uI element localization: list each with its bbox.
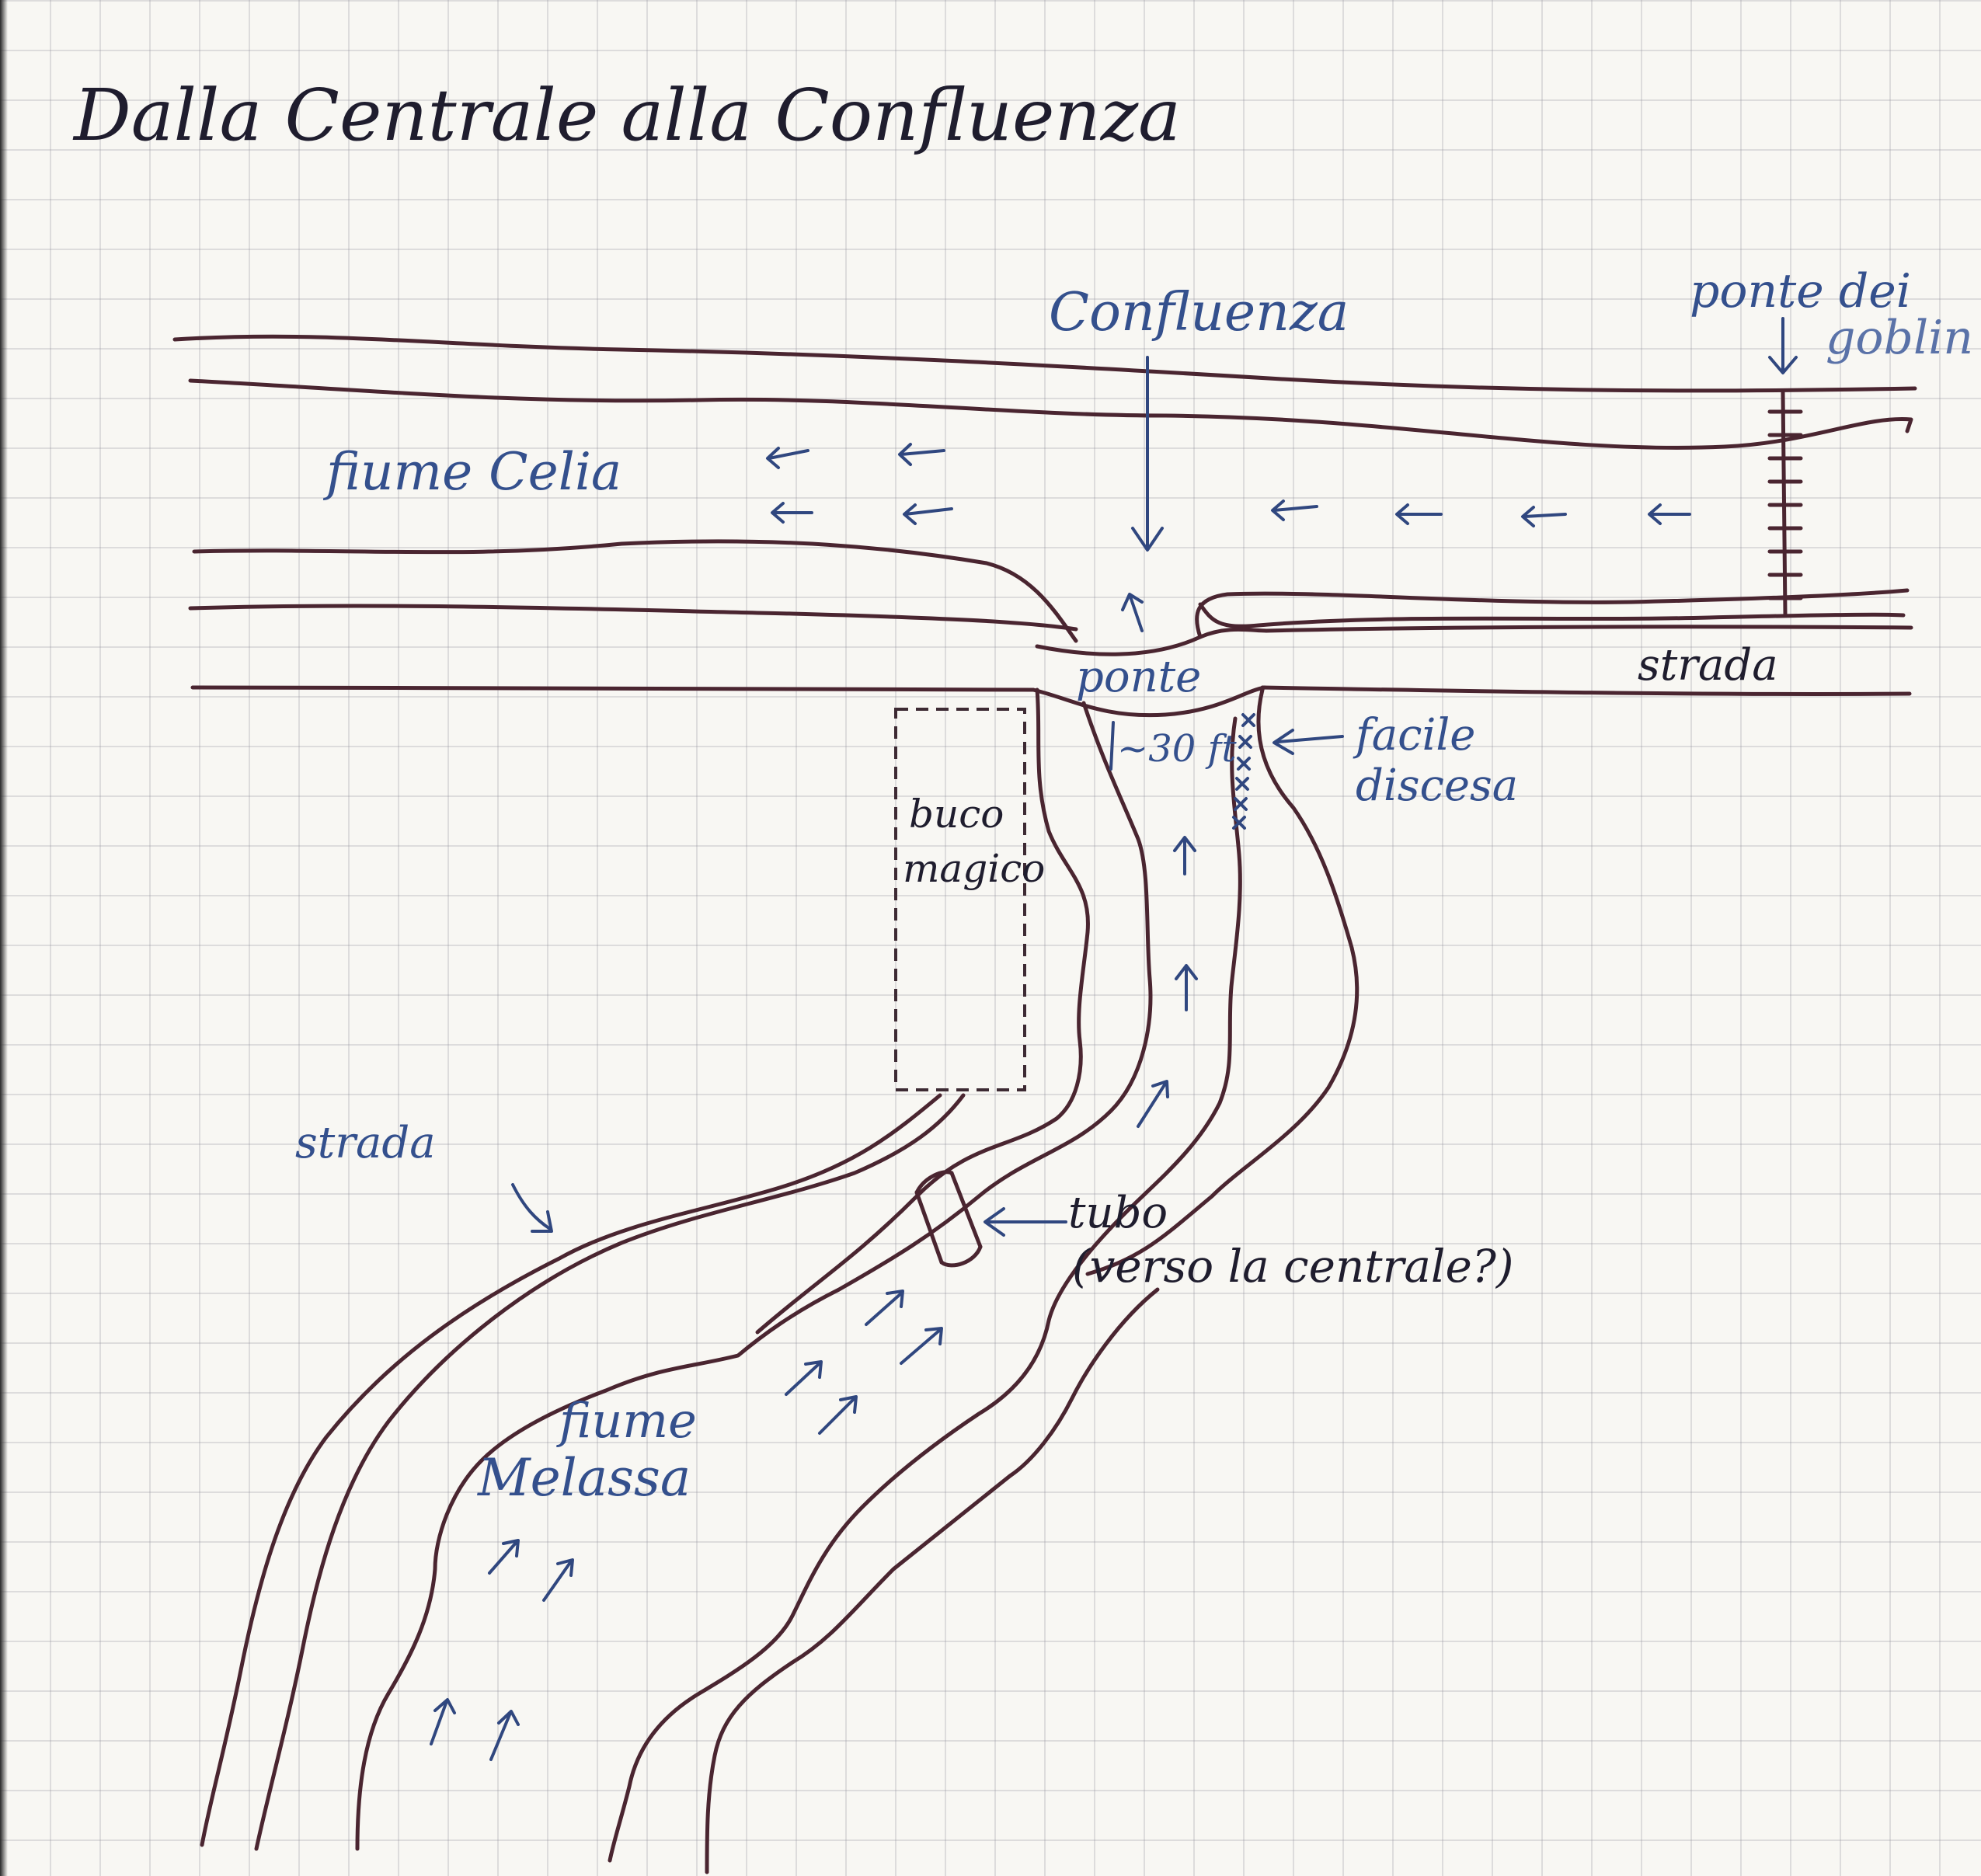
strada-left-arrow	[511, 1183, 553, 1233]
celia-north-bank-outer	[172, 334, 1917, 393]
label-strada-left: strada	[295, 1118, 436, 1168]
label-fiume-melassa-2: Melassa	[477, 1448, 691, 1508]
label-facile-discesa-2: discesa	[1356, 760, 1518, 811]
strada-top-lower	[190, 685, 1036, 692]
celia-south-bank	[192, 539, 1078, 643]
drop-height-bracket	[1109, 721, 1115, 771]
strada-top-upper	[188, 604, 1078, 632]
label-drop-height: ~30 ft	[1117, 727, 1237, 771]
label-ponte: ponte	[1076, 652, 1201, 702]
strada-top-upper-east	[1264, 625, 1913, 633]
celia-flow-arrows	[766, 443, 1691, 527]
label-confluenza: Confluenza	[1049, 282, 1349, 343]
melassa-west-bank	[755, 687, 1090, 1335]
label-facile-discesa-1: facile	[1353, 710, 1475, 760]
ponte-dei-goblin-bridge	[1767, 390, 1803, 616]
label-ponte-dei-goblin-2: goblin	[1826, 311, 1973, 365]
label-fiume-melassa-1: fiume	[556, 1392, 697, 1449]
label-strada-top: strada	[1638, 640, 1778, 691]
label-tubo: tubo	[1068, 1188, 1168, 1238]
celia-east-bank-step	[1198, 602, 1906, 628]
label-fiume-celia: fiume Celia	[322, 442, 621, 502]
melassa-outer-east	[705, 1287, 1160, 1874]
label-verso-la-centrale: (verso la centrale?)	[1072, 1240, 1514, 1293]
bridge-up-arrow	[1121, 593, 1144, 632]
label-buco-magico-1: buco	[909, 792, 1004, 837]
confluenza-arrow	[1131, 356, 1164, 552]
map-title: Dalla Centrale alla Confluenza	[72, 74, 1181, 157]
strada-top-lower-east	[1260, 685, 1912, 696]
melassa-east-bank	[1085, 687, 1360, 1276]
buco-magico-box	[894, 708, 1026, 1091]
label-buco-magico-2: magico	[903, 846, 1045, 891]
hand-drawn-map: Dalla Centrale alla Confluenza Confluenz…	[72, 74, 1973, 1874]
ponte-dei-goblin-arrow	[1768, 317, 1798, 374]
facile-discesa-arrow	[1273, 729, 1344, 755]
tubo-arrow	[984, 1207, 1067, 1237]
map-sheet: Dalla Centrale alla Confluenza Confluenz…	[0, 0, 1981, 1876]
